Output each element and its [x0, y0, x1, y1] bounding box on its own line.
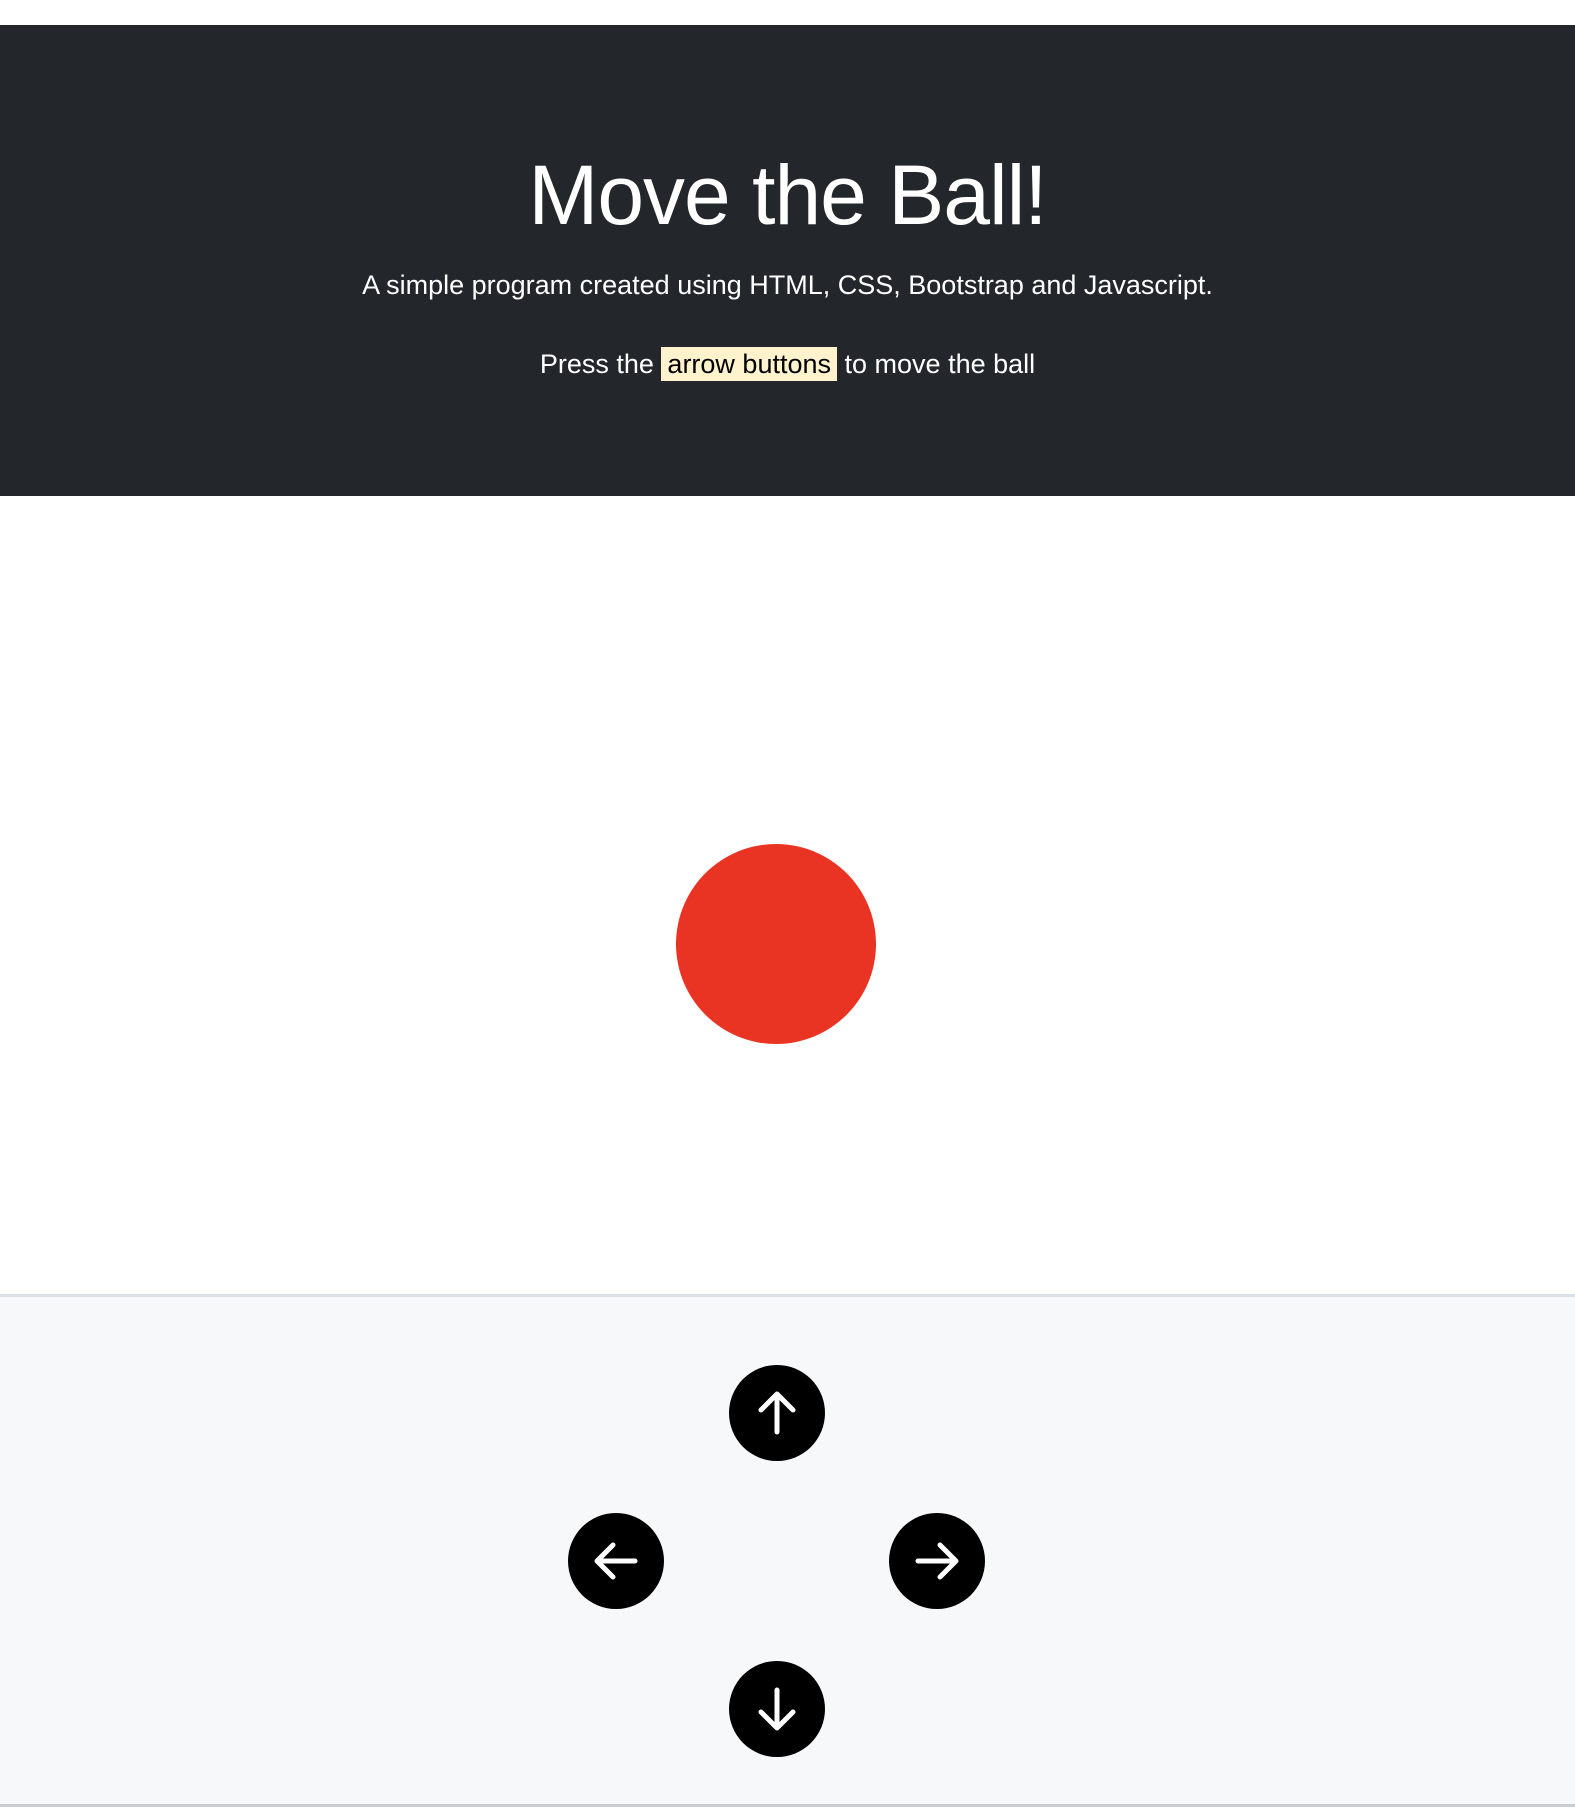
page-subtitle: A simple program created using HTML, CSS…: [362, 270, 1213, 300]
move-down-button[interactable]: [729, 1661, 825, 1757]
arrow-up-icon: [758, 1391, 796, 1435]
move-up-button[interactable]: [729, 1365, 825, 1461]
ball: [676, 844, 876, 1044]
controls-panel: [0, 1294, 1575, 1807]
playfield: [0, 496, 1575, 1294]
instruction-highlight: arrow buttons: [661, 347, 838, 381]
instruction-prefix: Press the: [539, 349, 654, 379]
header-banner: Move the Ball! A simple program created …: [0, 25, 1575, 496]
instruction-text: Press the arrow buttons to move the ball: [0, 342, 1575, 386]
instruction-suffix: to move the ball: [844, 349, 1036, 379]
top-strip: [0, 0, 1575, 25]
arrow-right-icon: [915, 1542, 959, 1580]
arrow-down-icon: [758, 1687, 796, 1731]
move-left-button[interactable]: [568, 1513, 664, 1609]
page-title: Move the Ball!: [528, 148, 1047, 242]
arrow-left-icon: [594, 1542, 638, 1580]
move-right-button[interactable]: [889, 1513, 985, 1609]
